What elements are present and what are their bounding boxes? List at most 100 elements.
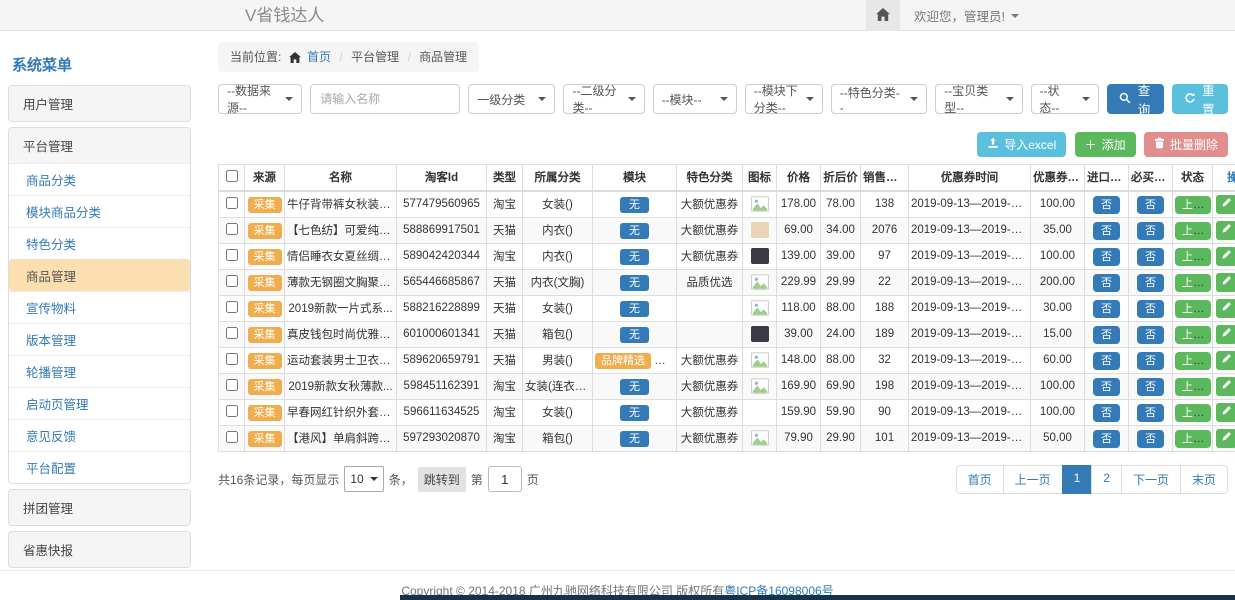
status-select[interactable]: --状态-- xyxy=(1031,84,1100,114)
status-toggle[interactable]: 上架 xyxy=(1175,300,1211,318)
status-toggle[interactable]: 上架 xyxy=(1175,430,1211,448)
import-excel-button[interactable]: 导入excel xyxy=(977,132,1066,157)
sidebar-item-splash-page-management[interactable]: 启动页管理 xyxy=(9,387,190,419)
row-select-cell xyxy=(219,373,245,399)
must-buy-toggle[interactable]: 否 xyxy=(1137,222,1164,240)
must-buy-toggle[interactable]: 否 xyxy=(1137,274,1164,292)
must-buy-toggle[interactable]: 否 xyxy=(1137,300,1164,318)
status-toggle[interactable]: 上架 xyxy=(1175,222,1211,240)
must-buy-toggle[interactable]: 否 xyxy=(1137,378,1164,396)
module-sub-category-select[interactable]: --模块下分类-- xyxy=(745,84,823,114)
module-none-badge: 无 xyxy=(620,431,649,447)
edit-button[interactable] xyxy=(1216,377,1235,396)
discount-price-cell: 88.00 xyxy=(821,347,861,373)
feature-category-select[interactable]: --特色分类-- xyxy=(831,84,928,114)
imported-toggle[interactable]: 否 xyxy=(1093,248,1120,266)
pager-button-3[interactable]: 2 xyxy=(1091,465,1122,494)
row-select-checkbox[interactable] xyxy=(226,405,238,417)
edit-button[interactable] xyxy=(1216,195,1235,214)
pager-button-5[interactable]: 末页 xyxy=(1180,465,1228,494)
data-source-select[interactable]: --数据来源-- xyxy=(218,84,302,114)
row-select-checkbox[interactable] xyxy=(226,275,238,287)
row-select-checkbox[interactable] xyxy=(226,353,238,365)
must-buy-toggle[interactable]: 否 xyxy=(1137,196,1164,214)
pager-button-4[interactable]: 下一页 xyxy=(1121,465,1181,494)
breadcrumb-home-link[interactable]: 首页 xyxy=(307,50,331,64)
select-all-checkbox[interactable] xyxy=(226,170,238,182)
sidebar-item-goods-category[interactable]: 商品分类 xyxy=(9,163,190,195)
edit-button[interactable] xyxy=(1216,299,1235,318)
sidebar-item-feedback[interactable]: 意见反馈 xyxy=(9,419,190,451)
imported-toggle[interactable]: 否 xyxy=(1093,378,1120,396)
row-select-checkbox[interactable] xyxy=(226,379,238,391)
status-toggle[interactable]: 上架 xyxy=(1175,404,1211,422)
sidebar-item-platform-config[interactable]: 平台配置 xyxy=(9,451,190,483)
imported-toggle[interactable]: 否 xyxy=(1093,430,1120,448)
edit-button[interactable] xyxy=(1216,273,1235,292)
status-toggle[interactable]: 上架 xyxy=(1175,274,1211,292)
row-select-checkbox[interactable] xyxy=(226,197,238,209)
imported-toggle[interactable]: 否 xyxy=(1093,352,1120,370)
edit-button[interactable] xyxy=(1216,325,1235,344)
must-buy-toggle[interactable]: 否 xyxy=(1137,404,1164,422)
jump-button[interactable]: 跳转到 xyxy=(418,467,466,492)
sidebar-item-goods-management[interactable]: 商品管理 xyxy=(9,259,190,291)
batch-delete-button[interactable]: 批量删除 xyxy=(1144,132,1228,157)
pager-button-2[interactable]: 1 xyxy=(1062,465,1093,494)
status-toggle[interactable]: 上架 xyxy=(1175,378,1211,396)
row-select-checkbox[interactable] xyxy=(226,301,238,313)
status-toggle[interactable]: 上架 xyxy=(1175,248,1211,266)
module-cell: 无 xyxy=(593,425,677,451)
sidebar-item-carousel-management[interactable]: 轮播管理 xyxy=(9,355,190,387)
edit-button[interactable] xyxy=(1216,247,1235,266)
must-buy-toggle[interactable]: 否 xyxy=(1137,430,1164,448)
level1-category-select[interactable]: 一级分类 xyxy=(468,84,555,114)
row-select-checkbox[interactable] xyxy=(226,431,238,443)
chevron-down-icon xyxy=(1011,14,1019,18)
row-select-checkbox[interactable] xyxy=(226,223,238,235)
sidebar-item-promo-materials[interactable]: 宣传物料 xyxy=(9,291,190,323)
row-select-checkbox[interactable] xyxy=(226,249,238,261)
status-toggle[interactable]: 上架 xyxy=(1175,196,1211,214)
operations-cell xyxy=(1213,399,1235,425)
per-page-select[interactable]: 10 xyxy=(344,466,383,492)
sidebar-item-version-management[interactable]: 版本管理 xyxy=(9,323,190,355)
imported-toggle[interactable]: 否 xyxy=(1093,404,1120,422)
operations-cell xyxy=(1213,243,1235,269)
user-menu[interactable]: 欢迎您，管理员! xyxy=(900,0,1033,31)
module-select[interactable]: --模块-- xyxy=(653,84,737,114)
imported-toggle[interactable]: 否 xyxy=(1093,274,1120,292)
imported-toggle[interactable]: 否 xyxy=(1093,300,1120,318)
sidebar-item-module-goods-category[interactable]: 模块商品分类 xyxy=(9,195,190,227)
must-buy-toggle[interactable]: 否 xyxy=(1137,248,1164,266)
sidebar-item-platform-management[interactable]: 平台管理 xyxy=(9,128,190,163)
edit-button[interactable] xyxy=(1216,351,1235,370)
reset-button[interactable]: 重置 xyxy=(1172,84,1228,114)
imported-toggle[interactable]: 否 xyxy=(1093,326,1120,344)
jump-page-input[interactable] xyxy=(488,466,522,492)
home-button[interactable] xyxy=(866,0,900,31)
edit-button[interactable] xyxy=(1216,221,1235,240)
sidebar-item-user-management[interactable]: 用户管理 xyxy=(9,86,190,121)
imported-toggle[interactable]: 否 xyxy=(1093,196,1120,214)
column-header: 进口优选 xyxy=(1085,165,1129,191)
must-buy-toggle[interactable]: 否 xyxy=(1137,352,1164,370)
status-toggle[interactable]: 上架 xyxy=(1175,352,1211,370)
edit-button[interactable] xyxy=(1216,429,1235,448)
table-row: 采集 【港风】单肩斜跨链条... 597293020870 淘宝 箱包() 无 … xyxy=(219,425,1235,451)
search-button[interactable]: 查询 xyxy=(1107,84,1163,114)
sidebar-item-saving-express[interactable]: 省惠快报 xyxy=(9,532,190,567)
add-button[interactable]: ＋ 添加 xyxy=(1075,132,1136,157)
row-select-checkbox[interactable] xyxy=(226,327,238,339)
edit-button[interactable] xyxy=(1216,403,1235,422)
status-toggle[interactable]: 上架 xyxy=(1175,326,1211,344)
imported-toggle[interactable]: 否 xyxy=(1093,222,1120,240)
name-input[interactable] xyxy=(310,84,460,114)
pager-button-0[interactable]: 首页 xyxy=(956,465,1004,494)
pager-button-1[interactable]: 上一页 xyxy=(1003,465,1063,494)
sidebar-item-feature-category[interactable]: 特色分类 xyxy=(9,227,190,259)
item-type-select[interactable]: --宝贝类型-- xyxy=(935,84,1022,114)
must-buy-toggle[interactable]: 否 xyxy=(1137,326,1164,344)
level2-category-select[interactable]: --二级分类-- xyxy=(563,84,644,114)
sidebar-item-groupbuy-management[interactable]: 拼团管理 xyxy=(9,490,190,525)
